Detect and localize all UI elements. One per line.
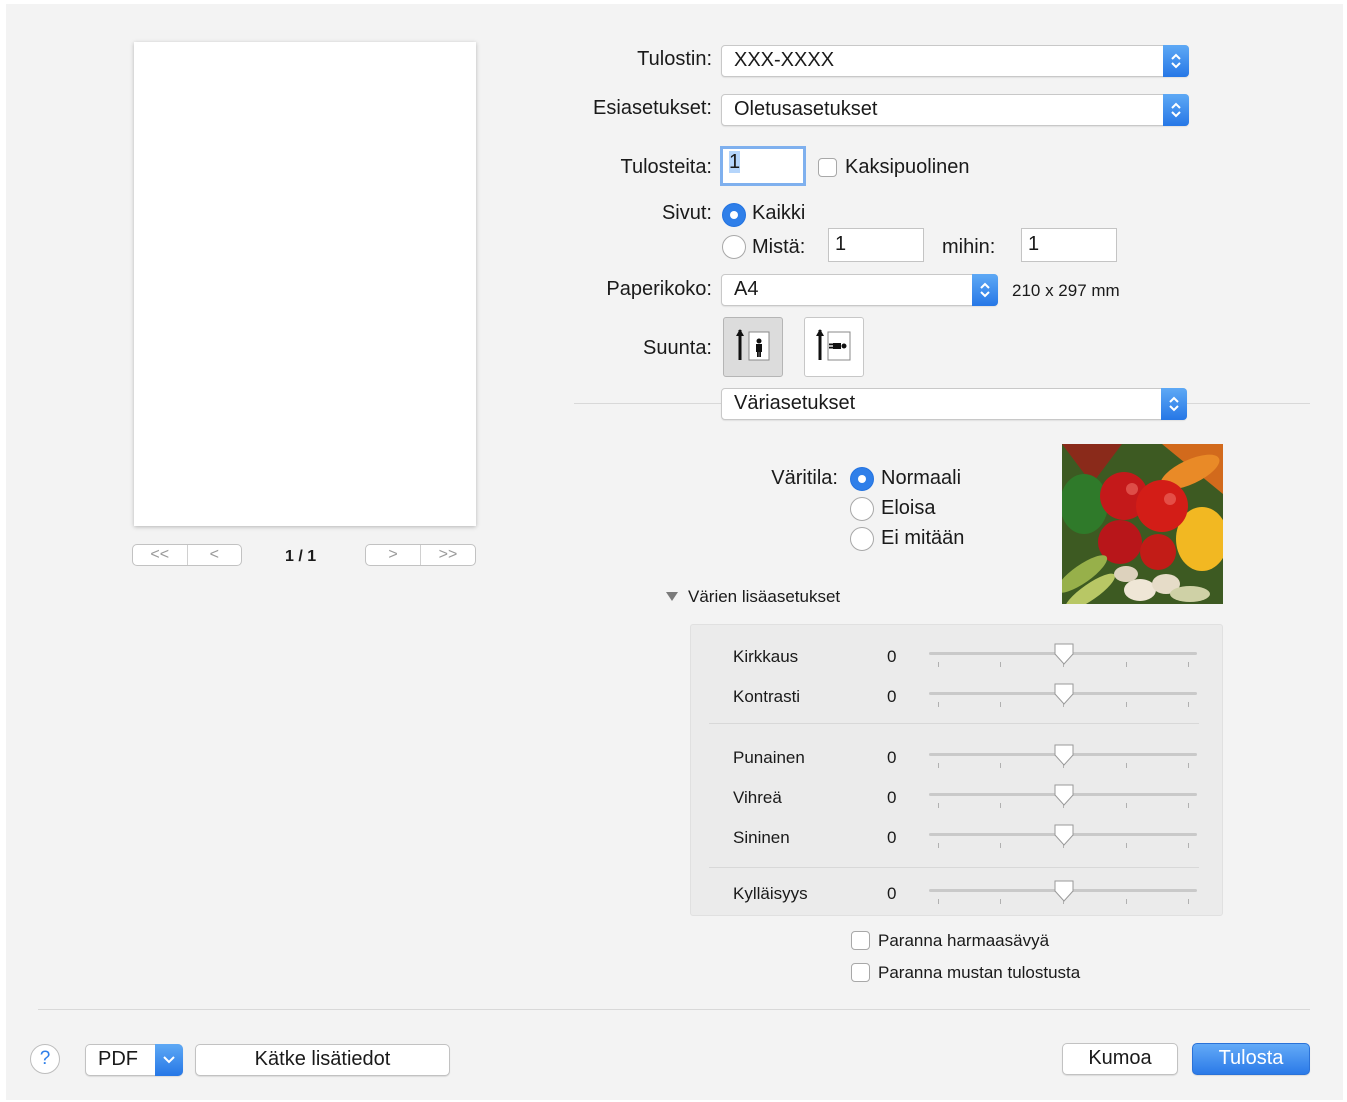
color-mode-normal-label: Normaali	[881, 467, 962, 489]
duplex-label: Kaksipuolinen	[845, 156, 970, 178]
paper-size-label: Paperikoko:	[606, 278, 712, 300]
paper-dimensions: 210 x 297 mm	[1012, 281, 1120, 300]
pdf-label: PDF	[98, 1048, 138, 1070]
paper-size-popup[interactable]: A4	[721, 274, 998, 306]
portrait-icon	[736, 329, 770, 361]
color-mode-none-label: Ei mitään	[881, 527, 965, 549]
page-indicator: 1 / 1	[285, 548, 317, 565]
pages-range-radio[interactable]	[722, 235, 746, 259]
pages-to-field[interactable]: 1	[1021, 228, 1117, 262]
slider-value: 0	[887, 788, 897, 807]
last-page-button[interactable]: >>	[420, 545, 475, 565]
portrait-button[interactable]	[723, 317, 783, 377]
slider-row-green: Vihreä 0	[691, 778, 1224, 814]
first-page-button[interactable]: <<	[133, 545, 187, 565]
slider-knob-icon[interactable]	[1054, 784, 1074, 806]
updown-arrows-icon	[1163, 45, 1189, 77]
footer-divider	[38, 1009, 1310, 1010]
slider-row-brightness: Kirkkaus 0	[691, 637, 1224, 673]
slider-label: Vihreä	[733, 788, 782, 807]
section-value: Väriasetukset	[734, 392, 856, 414]
slider-knob-icon[interactable]	[1054, 744, 1074, 766]
slider-knob-icon[interactable]	[1054, 643, 1074, 665]
color-mode-normal-radio[interactable]	[850, 467, 874, 491]
preview-nav-forward: > >>	[365, 544, 476, 566]
slider-row-blue: Sininen 0	[691, 818, 1224, 854]
enhance-gray-checkbox[interactable]	[851, 931, 870, 950]
copies-value: 1	[729, 151, 741, 173]
panel-divider	[709, 723, 1199, 724]
updown-arrows-icon	[972, 274, 998, 306]
updown-arrows-icon	[1163, 94, 1189, 126]
color-mode-label: Väritila:	[771, 467, 838, 489]
print-button[interactable]: Tulosta	[1192, 1043, 1310, 1075]
printer-value: XXX-XXXX	[734, 49, 835, 71]
panel-divider	[709, 867, 1199, 868]
printer-popup[interactable]: XXX-XXXX	[721, 45, 1189, 77]
color-mode-none-radio[interactable]	[850, 527, 874, 551]
advanced-color-label[interactable]: Värien lisäasetukset	[688, 587, 840, 607]
advanced-color-panel: Kirkkaus 0 Kontrasti 0 Punainen 0 Vihreä…	[690, 624, 1223, 916]
cancel-button[interactable]: Kumoa	[1062, 1043, 1178, 1075]
copies-field[interactable]: 1	[720, 146, 806, 186]
slider-label: Kirkkaus	[733, 647, 799, 666]
enhance-black-checkbox[interactable]	[851, 963, 870, 982]
disclosure-triangle-icon[interactable]	[665, 590, 679, 602]
presets-value: Oletusasetukset	[734, 98, 878, 120]
slider-value: 0	[887, 884, 897, 903]
section-popup[interactable]: Väriasetukset	[721, 388, 1187, 420]
pdf-button[interactable]: PDF	[85, 1044, 183, 1076]
color-sample-image	[1062, 444, 1223, 604]
landscape-icon	[816, 329, 851, 361]
color-mode-vivid-label: Eloisa	[881, 497, 936, 519]
landscape-button[interactable]	[804, 317, 864, 377]
slider-knob-icon[interactable]	[1054, 683, 1074, 705]
pages-from-field[interactable]: 1	[828, 228, 924, 262]
pages-label: Sivut:	[661, 202, 712, 224]
enhance-gray-label: Paranna harmaasävyä	[878, 931, 1050, 950]
slider-label: Kontrasti	[733, 687, 801, 706]
pages-all-label: Kaikki	[752, 202, 806, 224]
color-mode-vivid-radio[interactable]	[850, 497, 874, 521]
previous-page-button[interactable]: <	[186, 545, 242, 565]
slider-row-contrast: Kontrasti 0	[691, 677, 1224, 713]
pages-to-value: 1	[1028, 233, 1040, 255]
slider-knob-icon[interactable]	[1054, 880, 1074, 902]
presets-label: Esiasetukset:	[593, 97, 712, 119]
duplex-checkbox[interactable]	[818, 158, 837, 177]
pages-from-value: 1	[835, 233, 847, 255]
copies-label: Tulosteita:	[620, 156, 712, 178]
slider-label: Kylläisyys	[733, 884, 808, 903]
pages-all-radio[interactable]	[722, 203, 746, 227]
preview-nav-back: << <	[132, 544, 242, 566]
slider-row-saturation: Kylläisyys 0	[691, 874, 1224, 910]
slider-label: Punainen	[733, 748, 805, 767]
slider-value: 0	[887, 828, 897, 847]
hide-details-button[interactable]: Kätke lisätiedot	[195, 1044, 450, 1076]
slider-label: Sininen	[733, 828, 790, 847]
updown-arrows-icon	[1161, 388, 1187, 420]
slider-knob-icon[interactable]	[1054, 824, 1074, 846]
enhance-black-label: Paranna mustan tulostusta	[878, 963, 1081, 982]
paper-size-value: A4	[734, 278, 759, 300]
help-button[interactable]: ?	[30, 1044, 60, 1074]
printer-label: Tulostin:	[637, 48, 712, 70]
slider-value: 0	[887, 687, 897, 706]
next-page-button[interactable]: >	[366, 545, 420, 565]
page-preview	[134, 42, 476, 526]
slider-row-red: Punainen 0	[691, 738, 1224, 774]
pages-from-label: Mistä:	[752, 236, 806, 258]
orientation-label: Suunta:	[643, 337, 712, 359]
slider-value: 0	[887, 647, 897, 666]
pages-to-label: mihin:	[942, 236, 996, 258]
presets-popup[interactable]: Oletusasetukset	[721, 94, 1189, 126]
chevron-down-icon	[155, 1044, 183, 1076]
slider-value: 0	[887, 748, 897, 767]
print-dialog: << < 1 / 1 > >> Tulostin: XXX-XXXX Esias…	[6, 4, 1343, 1100]
